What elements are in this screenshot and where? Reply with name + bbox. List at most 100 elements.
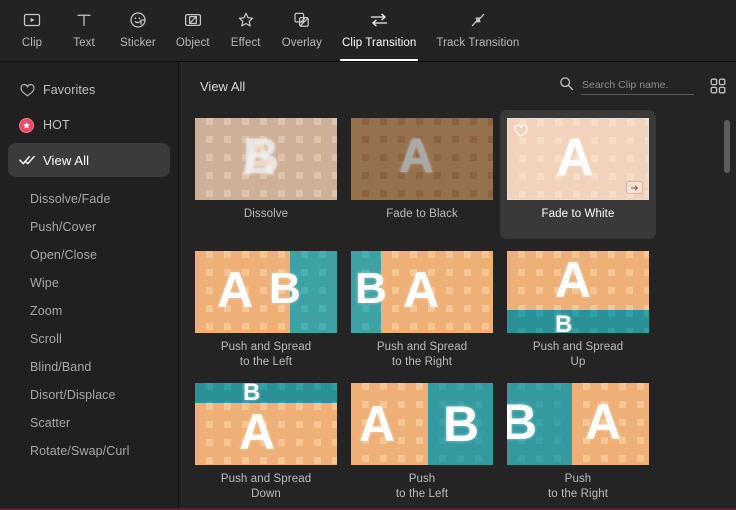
transition-card[interactable]: ABPush to the Left bbox=[344, 375, 500, 504]
search-area bbox=[559, 76, 694, 96]
sidebar-item-label: Disort/Displace bbox=[30, 388, 116, 402]
sidebar-item-view-all[interactable]: View All bbox=[8, 143, 170, 177]
sidebar-item-disort-displace[interactable]: Disort/Displace bbox=[8, 381, 170, 408]
tab-label: Effect bbox=[231, 37, 261, 49]
sidebar-item-hot[interactable]: HOT bbox=[8, 108, 170, 142]
transition-grid: ABDissolveAFade to BlackAFade to WhiteAB… bbox=[180, 110, 725, 508]
thumb-letter: B bbox=[507, 397, 537, 447]
effect-star-icon bbox=[236, 7, 256, 33]
overlay-layers-icon bbox=[292, 7, 312, 33]
sidebar-item-dissolve-fade[interactable]: Dissolve/Fade bbox=[8, 185, 170, 212]
transition-card[interactable]: BAPush and Spread to the Right bbox=[344, 243, 500, 372]
transition-thumbnail: AB bbox=[195, 251, 337, 333]
thumb-letter: A bbox=[555, 255, 591, 305]
tab-label: Text bbox=[73, 37, 95, 49]
transition-card-label: Push and Spread to the Left bbox=[221, 340, 311, 370]
transition-thumbnail: A bbox=[507, 118, 649, 200]
thumb-letter: A bbox=[217, 265, 253, 315]
search-input[interactable] bbox=[581, 77, 694, 95]
thumb-letter: B bbox=[555, 313, 572, 333]
tab-clip[interactable]: Clip bbox=[6, 0, 58, 61]
transition-card-label: Push and Spread Up bbox=[533, 340, 623, 370]
main-panel: View All bbox=[180, 62, 736, 508]
sidebar-item-label: View All bbox=[43, 153, 89, 168]
clip-transition-icon bbox=[368, 7, 390, 33]
scrollbar-thumb[interactable] bbox=[724, 120, 730, 174]
object-icon bbox=[183, 7, 203, 33]
tab-label: Track Transition bbox=[436, 37, 519, 49]
thumb-panel-bottom bbox=[507, 310, 649, 333]
transition-thumbnail: BA bbox=[507, 383, 649, 465]
panel-header: View All bbox=[180, 62, 736, 110]
thumb-letter: A bbox=[585, 397, 621, 447]
sidebar-item-wipe[interactable]: Wipe bbox=[8, 269, 170, 296]
transition-card-label: Fade to White bbox=[542, 207, 615, 222]
transition-thumbnail: AB bbox=[507, 251, 649, 333]
sidebar-item-label: Wipe bbox=[30, 276, 59, 290]
thumb-letter: A bbox=[399, 133, 434, 181]
transition-card[interactable]: BA Push to the Right bbox=[500, 375, 656, 504]
sidebar-item-rotate-swap-curl[interactable]: Rotate/Swap/Curl bbox=[8, 437, 170, 464]
search-icon bbox=[559, 76, 574, 96]
thumb-letter: B bbox=[269, 267, 301, 311]
thumb-letter: A bbox=[239, 407, 275, 457]
sidebar-item-label: Favorites bbox=[43, 83, 95, 97]
transition-card[interactable]: AB Dissolve bbox=[188, 110, 344, 239]
sidebar-item-scroll[interactable]: Scroll bbox=[8, 325, 170, 352]
heart-icon bbox=[19, 82, 43, 99]
sidebar-item-label: Rotate/Swap/Curl bbox=[30, 444, 130, 458]
sidebar-item-label: Push/Cover bbox=[30, 220, 96, 234]
transition-thumbnail: A bbox=[351, 118, 493, 200]
thumb-letter: A bbox=[359, 399, 395, 449]
sidebar-item-blind-band[interactable]: Blind/Band bbox=[8, 353, 170, 380]
sidebar-item-label: Dissolve/Fade bbox=[30, 192, 111, 206]
tab-sticker[interactable]: Sticker bbox=[110, 0, 166, 61]
sidebar-item-open-close[interactable]: Open/Close bbox=[8, 241, 170, 268]
category-sidebar: Favorites HOT View All Dissolve/Fade Push/Co… bbox=[0, 62, 179, 508]
track-transition-icon bbox=[468, 7, 488, 33]
transition-card-label: Dissolve bbox=[244, 207, 288, 222]
thumb-letter: B bbox=[443, 399, 479, 449]
tab-effect[interactable]: Effect bbox=[220, 0, 272, 61]
transition-card[interactable]: AB Push and Spread to the Left bbox=[188, 243, 344, 372]
tab-label: Clip Transition bbox=[342, 37, 416, 49]
double-check-icon bbox=[19, 153, 43, 167]
transition-card[interactable]: BA Push and Spread Down bbox=[188, 375, 344, 504]
clip-icon bbox=[22, 7, 42, 33]
page-title: View All bbox=[200, 79, 245, 94]
sidebar-item-favorites[interactable]: Favorites bbox=[8, 73, 170, 107]
sidebar-item-label: Scroll bbox=[30, 332, 62, 346]
transition-thumbnail: AB bbox=[195, 118, 337, 200]
tab-text[interactable]: Text bbox=[58, 0, 110, 61]
sidebar-item-label: HOT bbox=[43, 118, 70, 132]
tab-label: Clip bbox=[22, 37, 42, 49]
apply-arrow-icon[interactable] bbox=[626, 181, 643, 194]
tab-track-transition[interactable]: Track Transition bbox=[426, 0, 529, 61]
sidebar-item-label: Zoom bbox=[30, 304, 62, 318]
sidebar-item-scatter[interactable]: Scatter bbox=[8, 409, 170, 436]
header-actions bbox=[559, 76, 728, 96]
thumb-letter: A bbox=[556, 132, 594, 184]
sidebar-item-label: Scatter bbox=[30, 416, 70, 430]
transition-card[interactable]: A Fade to White bbox=[500, 110, 656, 239]
transition-thumbnail: BA bbox=[351, 251, 493, 333]
thumb-letter: A bbox=[403, 265, 439, 315]
tab-overlay[interactable]: Overlay bbox=[272, 0, 332, 61]
thumb-letter: B bbox=[243, 383, 260, 405]
sidebar-item-label: Open/Close bbox=[30, 248, 97, 262]
tab-clip-transition[interactable]: Clip Transition bbox=[332, 0, 426, 61]
transition-card-label: Push to the Right bbox=[548, 472, 608, 502]
transition-card-label: Push and Spread Down bbox=[221, 472, 311, 502]
sidebar-item-push-cover[interactable]: Push/Cover bbox=[8, 213, 170, 240]
tab-object[interactable]: Object bbox=[166, 0, 220, 61]
thumb-letter: B bbox=[243, 131, 279, 181]
vertical-scrollbar[interactable] bbox=[724, 62, 730, 508]
transition-card[interactable]: AB Push and Spread Up bbox=[500, 243, 656, 372]
thumb-panel-top bbox=[195, 383, 337, 403]
text-icon bbox=[74, 7, 94, 33]
thumb-letter: B bbox=[355, 267, 387, 311]
favorite-heart-icon[interactable] bbox=[513, 123, 529, 144]
active-tab-underline bbox=[340, 59, 418, 62]
transition-card[interactable]: AFade to Black bbox=[344, 110, 500, 239]
sidebar-item-zoom[interactable]: Zoom bbox=[8, 297, 170, 324]
